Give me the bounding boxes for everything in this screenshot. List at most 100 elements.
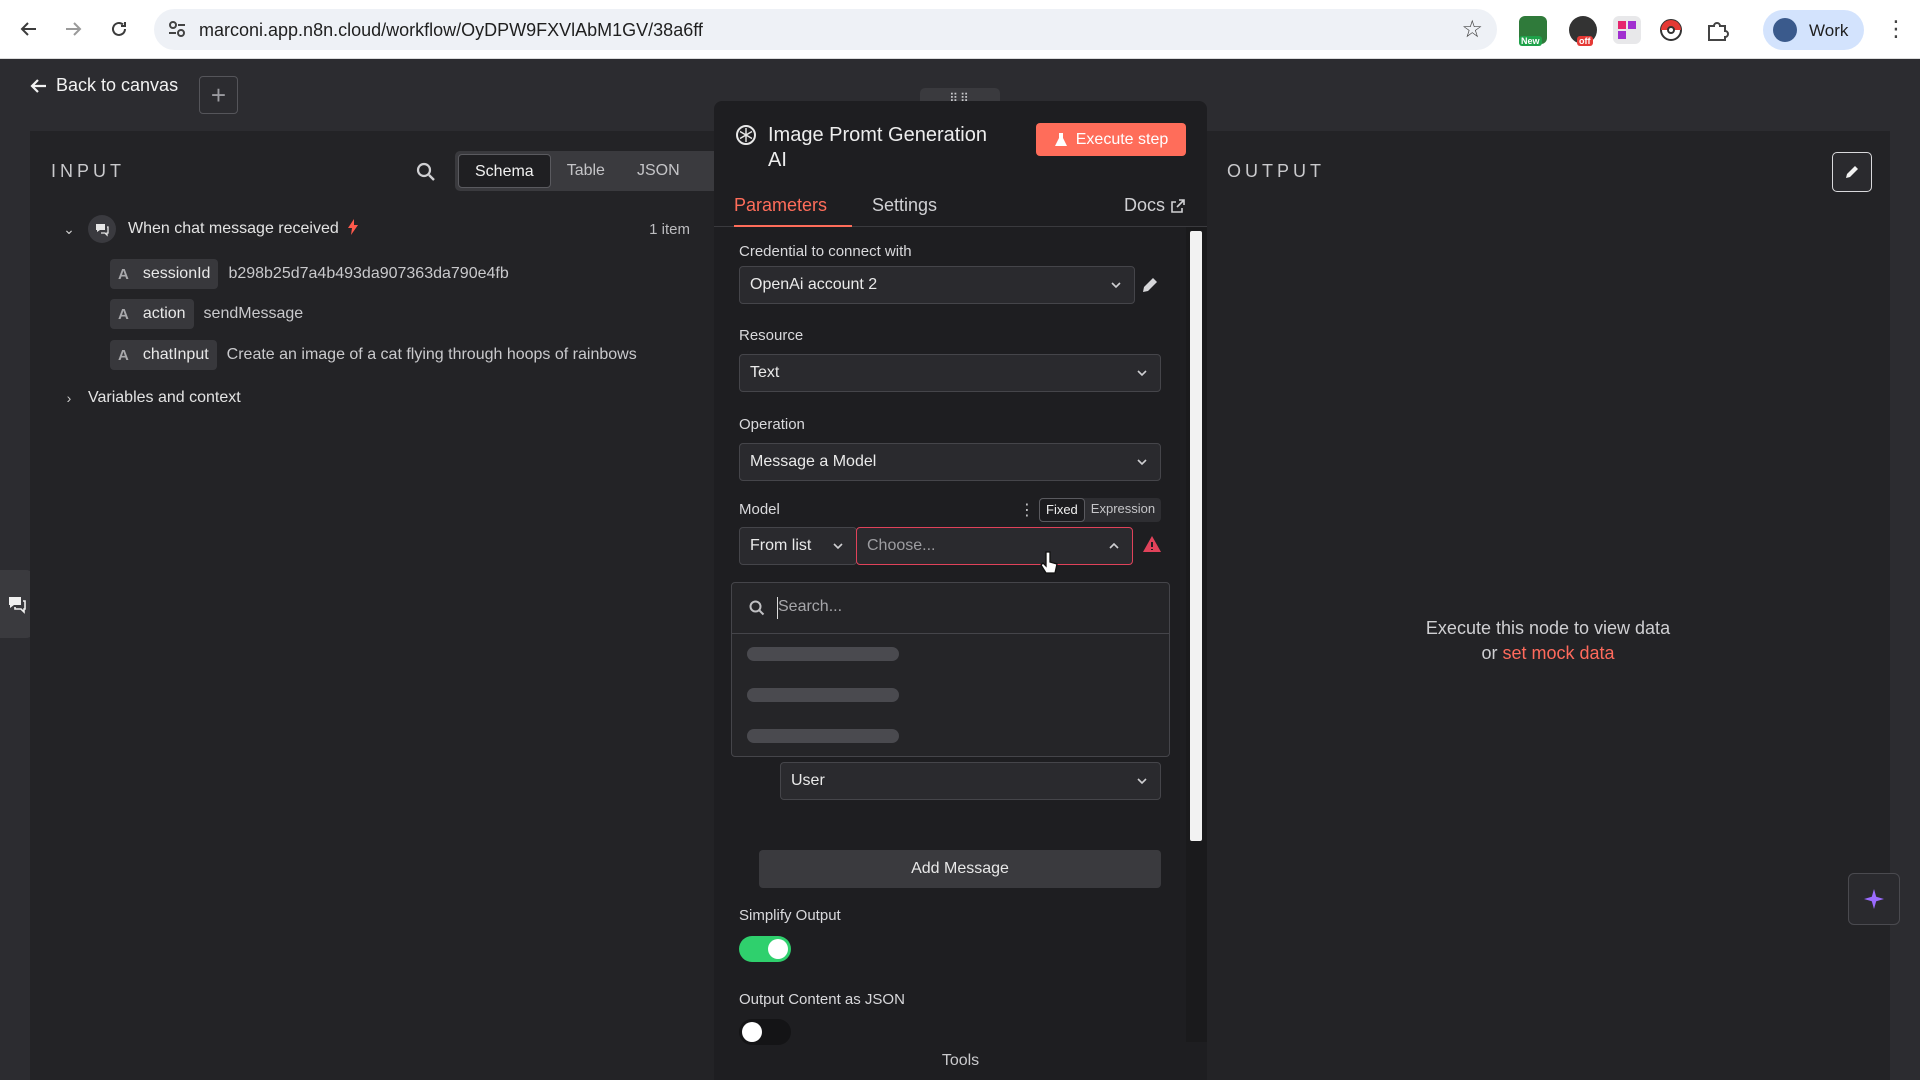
extension-off-icon[interactable]: off (1569, 16, 1597, 46)
simplify-output-label: Simplify Output (739, 907, 841, 924)
input-panel-title: INPUT (51, 161, 125, 181)
mode-expression[interactable]: Expression (1085, 498, 1161, 522)
string-type-icon: A (118, 265, 129, 283)
docs-label: Docs (1123, 195, 1165, 215)
forward-arrow-icon[interactable] (58, 14, 88, 44)
flask-icon (1054, 132, 1067, 146)
active-tab-indicator (734, 225, 852, 227)
back-to-canvas-label: Back to canvas (56, 75, 179, 95)
string-type-icon: A (118, 305, 129, 323)
schema-field-row[interactable]: AchatInput Create an image of a cat flyi… (110, 340, 637, 370)
browser-menu-icon[interactable]: ⋮ (1885, 16, 1907, 42)
output-empty-line: Execute this node to view data (1425, 618, 1671, 638)
reload-icon[interactable] (104, 14, 134, 44)
field-key: action (142, 305, 186, 322)
output-empty-or: or (1481, 643, 1498, 663)
role-select[interactable]: User (780, 762, 1161, 800)
chevron-down-icon (1137, 459, 1147, 466)
bolt-icon (347, 218, 359, 240)
tab-table[interactable]: Table (551, 154, 621, 188)
toggle-knob (742, 1022, 762, 1042)
docs-link[interactable]: Docs (1124, 195, 1185, 216)
loading-skeleton (747, 729, 899, 743)
resource-select[interactable]: Text (739, 354, 1161, 392)
add-node-button[interactable]: + (199, 76, 238, 114)
set-mock-data-link[interactable]: set mock data (1502, 643, 1614, 663)
simplify-output-toggle[interactable] (739, 936, 791, 962)
fixed-expression-switch: Fixed Expression (1039, 498, 1162, 522)
tab-settings[interactable]: Settings (872, 195, 937, 216)
mode-fixed[interactable]: Fixed (1039, 498, 1085, 522)
browser-toolbar: marconi.app.n8n.cloud/workflow/OyDPW9FXV… (0, 0, 1920, 59)
warning-icon (1142, 535, 1162, 553)
variables-context-row[interactable]: › Variables and context (60, 389, 241, 407)
avatar (1773, 18, 1797, 42)
chevron-right-icon[interactable]: › (60, 390, 78, 406)
chat-icon[interactable] (0, 570, 34, 638)
edit-credential-icon[interactable] (1139, 274, 1161, 296)
resource-label: Resource (739, 327, 804, 344)
json-output-label: Output Content as JSON (739, 991, 905, 1008)
extension-off-badge: off (1577, 36, 1593, 46)
add-message-button[interactable]: Add Message (759, 850, 1161, 888)
extension-grid-icon[interactable] (1613, 16, 1641, 44)
model-source-select[interactable]: From list (739, 527, 857, 565)
input-panel: INPUT Schema Table JSON ⌄ When chat mess… (30, 131, 723, 1080)
trigger-node-row[interactable]: ⌄ When chat message received (60, 215, 359, 243)
execute-step-button[interactable]: Execute step (1036, 123, 1186, 156)
chevron-down-icon (833, 543, 843, 550)
chat-trigger-icon (88, 215, 116, 243)
node-title[interactable]: Image Promt Generation AI (768, 123, 1008, 173)
credential-value: OpenAi account 2 (750, 276, 878, 293)
output-empty-message: Execute this node to view data or set mo… (1206, 616, 1890, 666)
field-key: chatInput (142, 346, 209, 363)
string-type-icon: A (118, 346, 129, 364)
model-label: Model (739, 501, 780, 518)
back-arrow-icon[interactable] (14, 14, 44, 44)
options-menu-icon[interactable]: ⋮ (1019, 500, 1035, 520)
chevron-down-icon[interactable]: ⌄ (60, 221, 78, 238)
execute-step-label: Execute step (1075, 130, 1169, 148)
external-link-icon (1171, 198, 1185, 213)
operation-select[interactable]: Message a Model (739, 443, 1161, 481)
extensions-puzzle-icon[interactable] (1703, 16, 1731, 44)
profile-label: Work (1809, 21, 1849, 40)
openai-icon (734, 123, 758, 173)
resource-value: Text (750, 364, 780, 381)
profile-chip[interactable]: Work (1763, 10, 1864, 50)
dropdown-search[interactable]: Search... (732, 583, 1169, 634)
scrollbar-thumb[interactable] (1190, 231, 1202, 841)
operation-value: Message a Model (750, 453, 877, 470)
tab-json[interactable]: JSON (621, 154, 696, 188)
address-bar[interactable]: marconi.app.n8n.cloud/workflow/OyDPW9FXV… (154, 9, 1497, 50)
variables-context-label: Variables and context (88, 389, 241, 406)
output-panel: OUTPUT Execute this node to view data or… (1206, 131, 1890, 1080)
dropdown-search-input[interactable]: Search... (778, 598, 842, 616)
tab-schema[interactable]: Schema (458, 154, 551, 188)
ai-assistant-button[interactable] (1848, 873, 1900, 925)
json-output-toggle[interactable] (739, 1019, 791, 1045)
field-value: Create an image of a cat flying through … (226, 346, 637, 363)
node-tabs: Parameters Settings Docs (714, 185, 1207, 227)
search-icon (748, 599, 766, 617)
search-icon[interactable] (415, 161, 437, 183)
model-source-value: From list (750, 537, 812, 554)
field-value: b298b25d7a4b493da907363da790e4fb (228, 265, 509, 282)
back-to-canvas-link[interactable]: Back to canvas (30, 75, 178, 96)
edit-output-button[interactable] (1832, 152, 1872, 192)
arrow-left-icon (30, 78, 46, 93)
pencil-icon (1846, 166, 1858, 178)
extension-new-icon[interactable]: New (1519, 16, 1547, 46)
loading-skeleton (747, 647, 899, 661)
site-settings-icon[interactable] (166, 18, 188, 40)
operation-label: Operation (739, 416, 805, 433)
schema-field-row[interactable]: Aaction sendMessage (110, 299, 303, 329)
output-panel-title: OUTPUT (1227, 161, 1325, 181)
model-select[interactable]: Choose... (856, 527, 1133, 565)
chevron-down-icon (1137, 778, 1147, 785)
extension-pokeball-icon[interactable] (1657, 16, 1685, 44)
bookmark-star-icon[interactable]: ☆ (1461, 15, 1483, 44)
credential-select[interactable]: OpenAi account 2 (739, 266, 1135, 304)
tab-parameters[interactable]: Parameters (734, 195, 827, 216)
schema-field-row[interactable]: AsessionId b298b25d7a4b493da907363da790e… (110, 259, 509, 289)
